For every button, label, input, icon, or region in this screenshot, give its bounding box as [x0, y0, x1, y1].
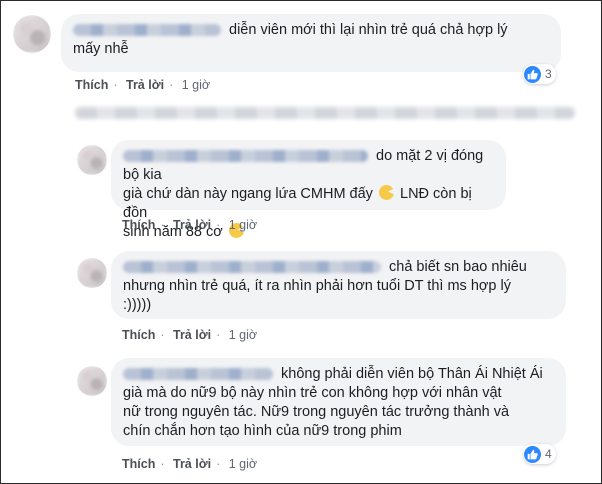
comment-actions: Thích · Trả lời · 1 giờ: [122, 218, 258, 232]
like-link[interactable]: Thích: [122, 218, 155, 232]
comment-actions: Thích · Trả lời · 1 giờ: [75, 78, 211, 92]
comment-text: diễn viên mới thì lại nhìn trẻ quá chả h…: [229, 22, 508, 38]
comment-text: già chứ dàn này ngang lứa CMHM đấy: [123, 186, 373, 202]
reply-link[interactable]: Trả lời: [126, 78, 164, 92]
comment-text: nhưng nhìn trẻ quá, ít ra nhìn phải hơn …: [123, 278, 511, 294]
thumbs-up-icon: [524, 65, 541, 83]
pacman-emoji-icon: [378, 185, 394, 200]
avatar[interactable]: [77, 145, 107, 175]
commenter-name-blurred[interactable]: [123, 368, 273, 381]
screenshot-frame: diễn viên mới thì lại nhìn trẻ quá chả h…: [0, 0, 602, 484]
reaction-count[interactable]: 3: [523, 64, 556, 84]
timestamp[interactable]: 1 giờ: [229, 328, 257, 342]
like-link[interactable]: Thích: [122, 328, 155, 342]
comment-text: chả biết sn bao nhiêu: [389, 259, 527, 275]
comment-text: :))))): [123, 297, 152, 313]
reply-link[interactable]: Trả lời: [173, 457, 211, 471]
like-link[interactable]: Thích: [75, 78, 108, 92]
comment-text: già mà do nữ9 bộ này nhìn trẻ con không …: [123, 385, 502, 401]
reaction-number: 3: [545, 67, 552, 81]
avatar[interactable]: [13, 15, 51, 53]
like-link[interactable]: Thích: [122, 457, 155, 471]
comment-actions: Thích · Trả lời · 1 giờ: [122, 457, 258, 471]
avatar[interactable]: [77, 366, 107, 396]
reply-link[interactable]: Trả lời: [173, 328, 211, 342]
timestamp[interactable]: 1 giờ: [182, 78, 210, 92]
comment-bubble: chả biết sn bao nhiêu nhưng nhìn trẻ quá…: [111, 251, 566, 319]
comment-text: không phải diễn viên bộ Thân Ái Nhiệt Ái: [281, 366, 543, 382]
timestamp[interactable]: 1 giờ: [229, 218, 257, 232]
reaction-number: 4: [545, 447, 552, 461]
comment-text: chín chắn hơn tạo hình của nữ9 trong phi…: [123, 423, 402, 439]
comment-bubble: do mặt 2 vị đóng bộ kia già chứ dàn này …: [111, 140, 506, 240]
comment-text: nữ trong nguyên tác. Nữ9 trong nguyên tá…: [123, 404, 510, 420]
commenter-name-blurred[interactable]: [123, 150, 368, 163]
reply-link[interactable]: Trả lời: [173, 218, 211, 232]
timestamp[interactable]: 1 giờ: [229, 457, 257, 471]
blurred-replies-link[interactable]: [75, 107, 575, 119]
commenter-name-blurred[interactable]: [123, 261, 381, 274]
thumbs-up-icon: [524, 445, 541, 463]
avatar[interactable]: [77, 258, 107, 288]
comment-text: mấy nhễ: [73, 41, 129, 57]
comment-bubble: diễn viên mới thì lại nhìn trẻ quá chả h…: [61, 14, 561, 72]
comment-actions: Thích · Trả lời · 1 giờ: [122, 328, 258, 342]
comment-bubble: không phải diễn viên bộ Thân Ái Nhiệt Ái…: [111, 358, 566, 446]
commenter-name-blurred[interactable]: [73, 24, 221, 37]
reaction-count[interactable]: 4: [523, 444, 556, 464]
